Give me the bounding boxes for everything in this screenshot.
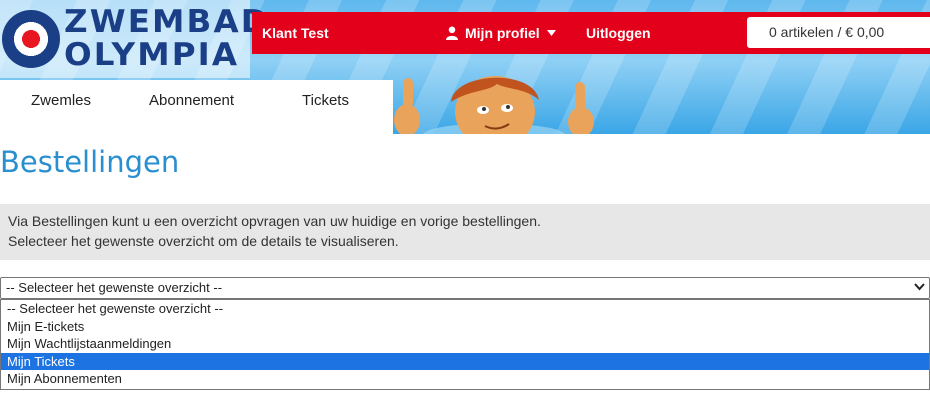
site-header: ZWEMBAD OLYMPIA Klant Test Mijn profiel …: [0, 0, 930, 134]
overview-select-value: -- Selecteer het gewenste overzicht --: [6, 280, 223, 295]
option-mijn-tickets[interactable]: Mijn Tickets: [1, 352, 929, 371]
logo-line-2: OLYMPIA: [64, 37, 240, 73]
nav-item-tickets[interactable]: Tickets: [302, 80, 349, 134]
nav-item-zwemles[interactable]: Zwemles: [31, 80, 91, 134]
main-nav: Zwemles Abonnement Tickets: [0, 80, 393, 134]
logout-link[interactable]: Uitloggen: [586, 12, 651, 54]
overview-select-dropdown: -- Selecteer het gewenste overzicht -- M…: [0, 299, 930, 390]
nav-item-abonnement[interactable]: Abonnement: [149, 80, 234, 134]
caret-down-icon: [546, 30, 556, 36]
cart-summary[interactable]: 0 artikelen / € 0,00: [747, 17, 930, 48]
option-mijn-abonnementen[interactable]: Mijn Abonnementen: [1, 370, 929, 388]
option-mijn-wachtlijstaanmeldingen[interactable]: Mijn Wachtlijstaanmeldingen: [1, 335, 929, 353]
customer-name: Klant Test: [262, 25, 329, 41]
page-title: Bestellingen: [0, 145, 180, 179]
logo-target-icon: [2, 10, 60, 68]
profile-menu-label: Mijn profiel: [465, 25, 540, 41]
user-icon: [446, 26, 458, 40]
logo[interactable]: ZWEMBAD OLYMPIA: [0, 0, 268, 78]
option-placeholder[interactable]: -- Selecteer het gewenste overzicht --: [1, 300, 929, 318]
mascot-illustration: [394, 76, 594, 134]
logo-line-1: ZWEMBAD: [64, 4, 270, 40]
info-text-line-1: Via Bestellingen kunt u een overzicht op…: [8, 213, 541, 229]
option-mijn-e-tickets[interactable]: Mijn E-tickets: [1, 318, 929, 336]
overview-select[interactable]: -- Selecteer het gewenste overzicht --: [0, 277, 930, 299]
profile-menu-button[interactable]: Mijn profiel: [446, 12, 556, 54]
info-panel: Via Bestellingen kunt u een overzicht op…: [0, 204, 930, 260]
chevron-down-icon: [914, 283, 925, 291]
info-text-line-2: Selecteer het gewenste overzicht om de d…: [8, 233, 399, 249]
